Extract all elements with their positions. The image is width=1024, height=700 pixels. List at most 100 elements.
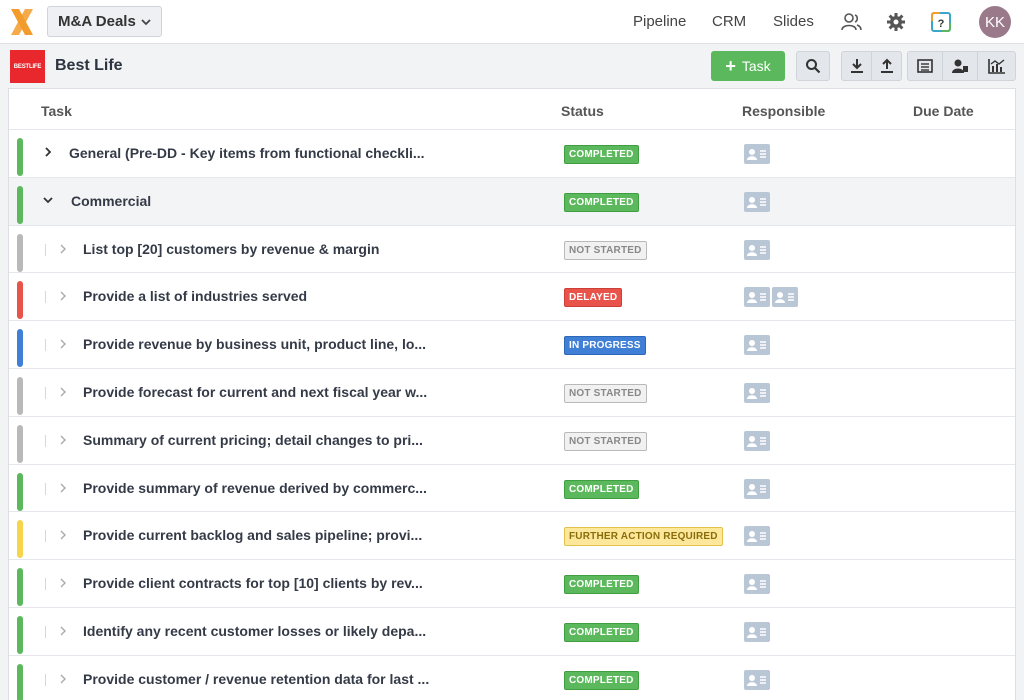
chevron-right-icon[interactable]	[43, 147, 53, 157]
nav-link-crm[interactable]: CRM	[712, 13, 746, 30]
responsible-contact-icon[interactable]	[744, 287, 770, 308]
deal-selector[interactable]: M&A Deals	[47, 6, 162, 37]
task-name[interactable]: Provide current backlog and sales pipeli…	[83, 527, 422, 543]
company-name: Best Life	[55, 57, 123, 74]
upload-button[interactable]	[871, 51, 902, 81]
responsible-contact-icon[interactable]	[772, 287, 798, 308]
chevron-right-icon[interactable]	[59, 483, 67, 493]
task-name[interactable]: Provide summary of revenue derived by co…	[83, 480, 427, 496]
users-icon[interactable]	[840, 11, 862, 33]
task-name[interactable]: List top [20] customers by revenue & mar…	[83, 241, 379, 257]
indent-guide	[45, 530, 46, 543]
task-name[interactable]: Provide a list of industries served	[83, 288, 307, 304]
indent-guide	[45, 339, 46, 352]
status-color-bar	[17, 138, 23, 176]
table-row[interactable]: Provide revenue by business unit, produc…	[9, 320, 1015, 368]
chevron-right-icon[interactable]	[59, 626, 67, 636]
status-badge[interactable]: IN PROGRESS	[564, 336, 646, 356]
table-row[interactable]: Identify any recent customer losses or l…	[9, 607, 1015, 655]
assignees-icon	[952, 59, 968, 73]
column-header-due-date[interactable]: Due Date	[913, 103, 974, 119]
table-row[interactable]: Provide summary of revenue derived by co…	[9, 463, 1015, 512]
table-row[interactable]: Provide current backlog and sales pipeli…	[9, 511, 1015, 559]
help-icon[interactable]: ?	[930, 11, 952, 33]
nav-link-pipeline[interactable]: Pipeline	[633, 13, 686, 30]
company-logo: BESTLIFE	[10, 50, 45, 83]
analytics-icon	[987, 59, 1005, 74]
table-row[interactable]: List top [20] customers by revenue & mar…	[9, 224, 1015, 273]
responsible-contact-icon[interactable]	[744, 383, 770, 403]
indent-guide	[45, 291, 46, 304]
task-name[interactable]: Summary of current pricing; detail chang…	[83, 432, 423, 448]
chevron-right-icon[interactable]	[59, 435, 67, 445]
responsible-contact-icon[interactable]	[744, 191, 770, 212]
table-row[interactable]: Summary of current pricing; detail chang…	[9, 415, 1015, 464]
assignees-button[interactable]	[942, 51, 978, 81]
responsible-contact-icon[interactable]	[744, 622, 770, 642]
column-header-status[interactable]: Status	[561, 103, 604, 119]
chevron-right-icon[interactable]	[59, 674, 67, 684]
task-name[interactable]: Commercial	[71, 193, 151, 209]
add-task-button[interactable]: + Task	[711, 51, 785, 81]
status-badge[interactable]: COMPLETED	[564, 479, 639, 499]
list-view-icon	[917, 59, 933, 73]
task-name[interactable]: Provide revenue by business unit, produc…	[83, 336, 426, 352]
responsible-contact-icon[interactable]	[744, 478, 770, 499]
plus-icon: +	[725, 56, 736, 76]
chevron-right-icon[interactable]	[59, 244, 67, 254]
user-avatar[interactable]: KK	[979, 6, 1011, 38]
status-badge[interactable]: NOT STARTED	[564, 240, 647, 260]
chevron-right-icon[interactable]	[59, 578, 67, 588]
status-badge[interactable]: DELAYED	[564, 288, 623, 308]
responsible-contact-icon[interactable]	[744, 144, 770, 164]
status-color-bar	[17, 663, 23, 700]
task-name[interactable]: Provide customer / revenue retention dat…	[83, 671, 429, 687]
nav-link-slides[interactable]: Slides	[773, 13, 814, 30]
status-color-bar	[17, 233, 23, 272]
task-name[interactable]: Identify any recent customer losses or l…	[83, 623, 426, 639]
status-badge[interactable]: NOT STARTED	[564, 431, 647, 451]
search-icon	[806, 59, 821, 74]
responsible-contact-icon[interactable]	[744, 430, 770, 451]
task-table: Task Status Responsible Due Date General…	[8, 88, 1016, 700]
upload-icon	[880, 58, 893, 73]
status-badge[interactable]: FURTHER ACTION REQUIRED	[564, 527, 723, 547]
status-color-bar	[17, 281, 23, 320]
status-badge[interactable]: NOT STARTED	[564, 384, 647, 403]
table-row[interactable]: Provide forecast for current and next fi…	[9, 368, 1015, 416]
deal-header: BESTLIFE Best Life + Task	[0, 44, 1024, 88]
column-header-responsible[interactable]: Responsible	[742, 103, 825, 119]
app-logo-icon[interactable]	[8, 6, 36, 38]
status-badge[interactable]: COMPLETED	[564, 623, 639, 642]
list-view-button[interactable]	[907, 51, 943, 81]
download-button[interactable]	[841, 51, 872, 81]
status-badge[interactable]: COMPLETED	[564, 670, 639, 690]
status-badge[interactable]: COMPLETED	[564, 575, 639, 595]
responsible-contact-icon[interactable]	[744, 239, 770, 260]
table-row[interactable]: Provide a list of industries served DELAY…	[9, 272, 1015, 320]
task-name[interactable]: Provide client contracts for top [10] cl…	[83, 575, 423, 591]
chevron-right-icon[interactable]	[59, 387, 67, 397]
chevron-right-icon[interactable]	[59, 530, 67, 540]
chevron-down-icon	[141, 19, 151, 26]
table-row[interactable]: Provide customer / revenue retention dat…	[9, 654, 1015, 700]
analytics-button[interactable]	[977, 51, 1016, 81]
chevron-down-icon[interactable]	[43, 195, 53, 205]
table-row[interactable]: Commercial COMPLETED	[9, 176, 1015, 225]
indent-guide	[45, 673, 46, 686]
table-row[interactable]: General (Pre-DD - Key items from functio…	[9, 129, 1015, 177]
table-row[interactable]: Provide client contracts for top [10] cl…	[9, 559, 1015, 607]
task-name[interactable]: Provide forecast for current and next fi…	[83, 384, 427, 400]
status-badge[interactable]: COMPLETED	[564, 192, 639, 212]
task-name[interactable]: General (Pre-DD - Key items from functio…	[69, 145, 425, 161]
gear-icon[interactable]	[885, 11, 907, 33]
column-header-task[interactable]: Task	[41, 103, 72, 119]
search-button[interactable]	[796, 51, 830, 81]
responsible-contact-icon[interactable]	[744, 526, 770, 547]
responsible-contact-icon[interactable]	[744, 574, 770, 595]
chevron-right-icon[interactable]	[59, 339, 67, 349]
responsible-contact-icon[interactable]	[744, 335, 770, 356]
chevron-right-icon[interactable]	[59, 291, 67, 301]
status-badge[interactable]: COMPLETED	[564, 145, 639, 164]
responsible-contact-icon[interactable]	[744, 669, 770, 690]
